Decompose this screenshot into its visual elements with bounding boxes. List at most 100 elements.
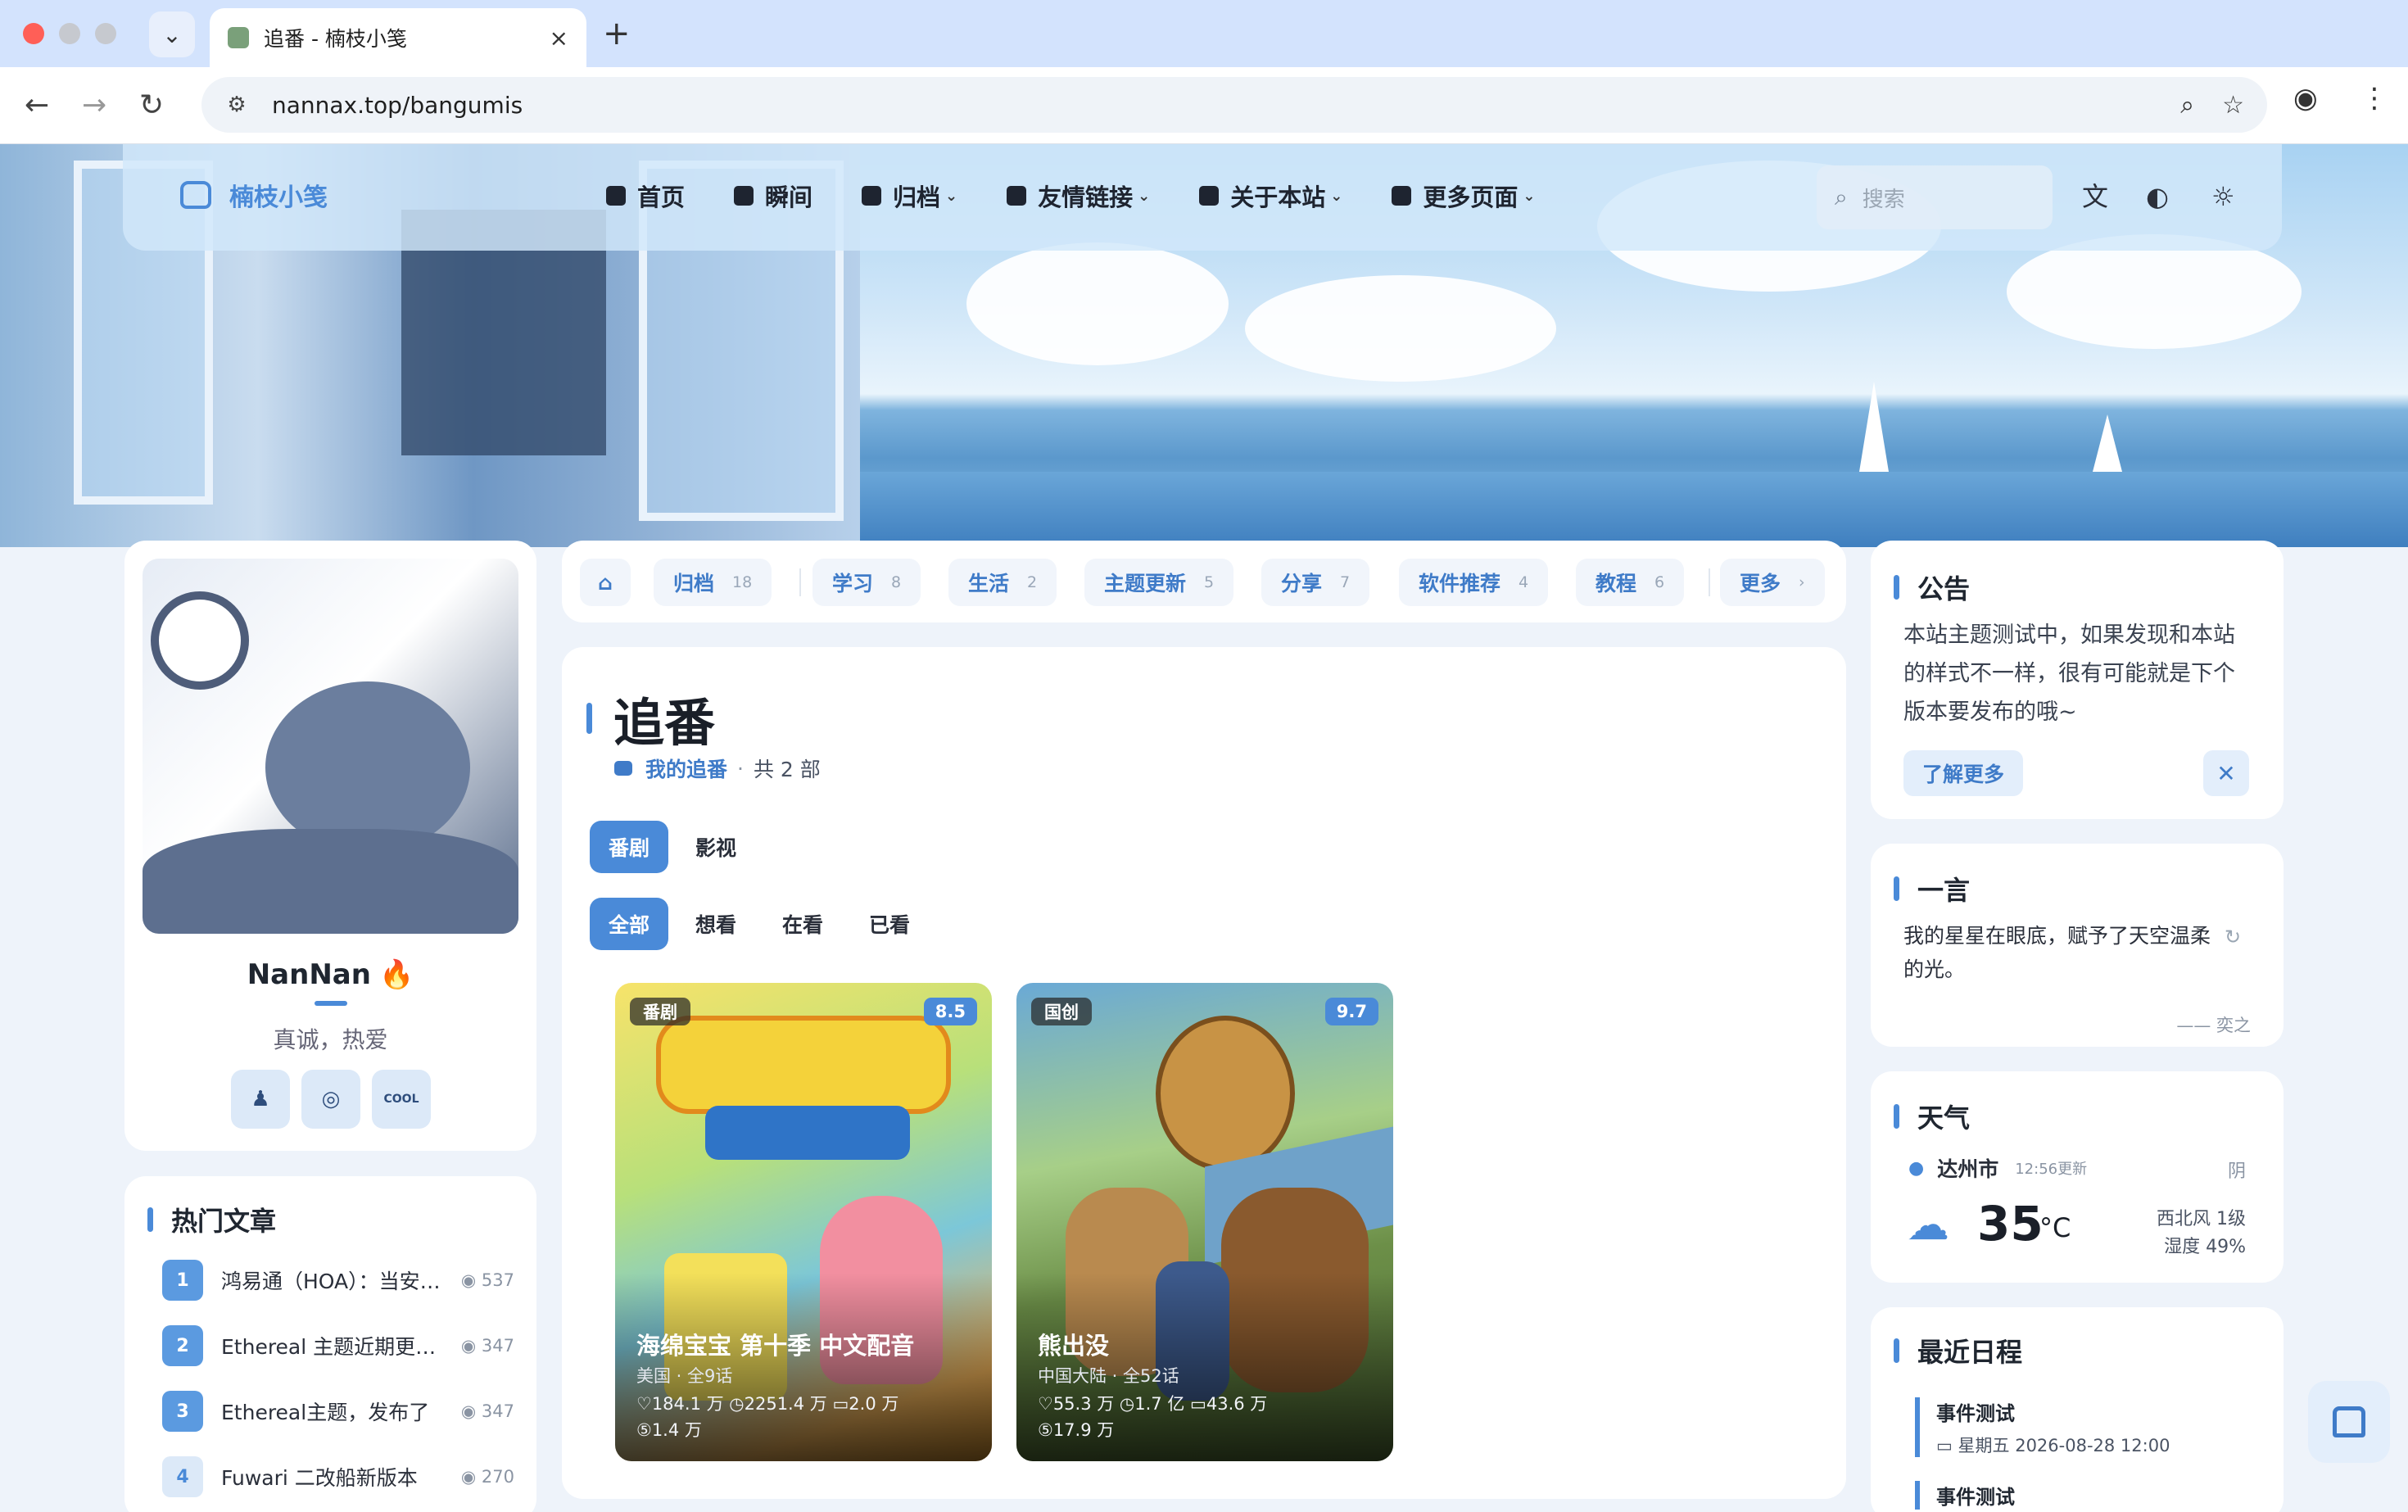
menu-item-about[interactable]: 关于本站 ⌄ [1175, 175, 1367, 216]
clock-illustration [151, 591, 249, 690]
menu-item-moments[interactable]: 瞬间 [709, 175, 837, 216]
menu-item-home[interactable]: 首页 [582, 175, 709, 216]
translate-icon[interactable]: 文 [2082, 180, 2108, 213]
window-close-button[interactable] [23, 23, 44, 44]
palette-icon[interactable]: ◐ [2146, 180, 2169, 213]
tab-tv[interactable]: 影视 [677, 821, 755, 873]
category-chip[interactable]: 学习 8 [812, 559, 921, 606]
browser-toolbar: ← → ↻ ⚙ nannax.top/bangumis ⌕ ☆ ◉ ⋮ [0, 67, 2408, 144]
address-bar[interactable]: ⚙ nannax.top/bangumis ⌕ ☆ [201, 77, 2267, 133]
site-settings-icon[interactable]: ⚙ [224, 93, 249, 117]
site-search-input[interactable]: ⌕ 搜索 [1817, 165, 2053, 229]
bangumi-poster-card[interactable]: 番剧 8.5 海绵宝宝 第十季 中文配音 美国 · 全9话 ♡184.1 万 ◷… [615, 983, 992, 1461]
theme-sun-icon[interactable]: ☼ [2211, 180, 2235, 213]
category-chip[interactable]: 主题更新 5 [1084, 559, 1234, 606]
site-logo[interactable]: 楠枝小笺 [180, 177, 328, 213]
filter-watched[interactable]: 已看 [850, 898, 929, 950]
window-minimize-button[interactable] [59, 23, 80, 44]
zoom-icon[interactable]: ⌕ [2180, 91, 2194, 120]
notice-title: 公告 [1894, 568, 1970, 606]
leaf-icon [1007, 186, 1027, 206]
bookmark-star-icon[interactable]: ☆ [2222, 91, 2244, 120]
chevron-down-icon: ⌄ [1330, 187, 1343, 205]
forward-arrow-icon[interactable]: → [82, 87, 106, 124]
menu-item-archive[interactable]: 归档 ⌄ [837, 175, 982, 216]
poster-logo-art [656, 1016, 951, 1114]
url-text[interactable]: nannax.top/bangumis [272, 92, 2152, 119]
weather-title: 天气 [1894, 1098, 1970, 1135]
profile-card: NanNan 🔥 真诚，热爱 ♟ ◎ COOL [124, 541, 536, 1151]
hot-article-item[interactable]: 4 Fuwari 二改船新版本 ◉ 270 [162, 1456, 514, 1497]
back-arrow-icon[interactable]: ← [25, 87, 49, 124]
banner-cloud [1245, 275, 1556, 382]
hitokoto-quote: 我的星星在眼底，赋予了天空温柔的光。 [1903, 924, 2211, 981]
weather-temperature: 35 [1977, 1196, 2044, 1252]
qq-icon[interactable]: ♟ [231, 1070, 290, 1129]
poster-score-badge: 9.7 [1324, 998, 1378, 1025]
category-chip[interactable]: 归档 18 [654, 559, 772, 606]
category-chip[interactable]: 软件推荐 4 [1399, 559, 1549, 606]
hot-article-item[interactable]: 2 Ethereal 主题近期更… ◉ 347 [162, 1325, 514, 1366]
poster-stats-coins: ⑤1.4 万 [636, 1420, 702, 1440]
banner-sailboat [2093, 414, 2122, 472]
close-icon[interactable]: ✕ [2203, 750, 2249, 796]
eye-icon: ◉ [460, 1270, 482, 1290]
poster-logo-art [705, 1106, 910, 1160]
page-title-row: 追番 [586, 681, 715, 755]
bangumi-card: 追番 我的追番 · 共 2 部 番剧 影视 全部 想看 在看 已看 番剧 8.5… [562, 647, 1846, 1499]
hitokoto-source: —— 奕之 [2176, 1016, 2251, 1035]
tab-close-icon[interactable]: × [550, 25, 568, 52]
poster-meta: 美国 · 全9话 [636, 1366, 733, 1386]
category-chip[interactable]: 生活 2 [948, 559, 1057, 606]
coolapk-icon[interactable]: COOL [372, 1070, 431, 1129]
filter-watching[interactable]: 在看 [763, 898, 842, 950]
filter-want[interactable]: 想看 [677, 898, 755, 950]
poster-meta: 中国大陆 · 全52话 [1038, 1366, 1179, 1386]
tab-search-button[interactable]: ⌄ [149, 11, 195, 57]
weather-humidity: 湿度 49% [2164, 1237, 2246, 1257]
github-icon[interactable]: ◎ [301, 1070, 360, 1129]
banner-sea [860, 472, 2408, 547]
hot-article-item[interactable]: 3 Ethereal主题，发布了 ◉ 347 [162, 1391, 514, 1432]
hitokoto-card: 一言 我的星星在眼底，赋予了天空温柔的光。 ↻ —— 奕之 [1871, 844, 2284, 1047]
schedule-event[interactable]: 事件测试 ▭ 星期五 2026-08-28 12:00 [1915, 1397, 2259, 1457]
filter-all[interactable]: 全部 [590, 898, 668, 950]
window-zoom-button[interactable] [95, 23, 116, 44]
notice-card: 公告 本站主题测试中，如果发现和本站的样式不一样，很有可能就是下个版本要发布的哦… [1871, 541, 2284, 819]
schedule-event[interactable]: 事件测试 [1915, 1481, 2259, 1510]
more-menu-icon[interactable]: ⋮ [2360, 82, 2388, 115]
tab-anime[interactable]: 番剧 [590, 821, 668, 873]
character-illustration [265, 681, 470, 853]
hot-articles-card: 热门文章 1 鸿易通（HOA）：当安… ◉ 537 2 Ethereal 主题近… [124, 1176, 536, 1512]
hot-article-item[interactable]: 1 鸿易通（HOA）：当安… ◉ 537 [162, 1260, 514, 1301]
menu-item-friends[interactable]: 友情链接 ⌄ [982, 175, 1175, 216]
poster-title: 海绵宝宝 第十季 中文配音 [636, 1332, 915, 1360]
browser-tab-bar: ⌄ 追番 - 楠枝小笺 × + [0, 0, 2408, 67]
notice-body: 本站主题测试中，如果发现和本站的样式不一样，很有可能就是下个版本要发布的哦~ [1903, 622, 2235, 725]
refresh-icon[interactable]: ↻ [2225, 926, 2241, 948]
info-icon [1199, 186, 1220, 206]
poster-score-badge: 8.5 [923, 998, 977, 1025]
weather-card: 天气 ● 达州市 12:56更新 阴 ☁ 35 °C 西北风 1级 湿度 49% [1871, 1071, 2284, 1283]
weather-location: ● 达州市 12:56更新 [1908, 1157, 2088, 1181]
bangumi-poster-card[interactable]: 国创 9.7 熊出没 中国大陆 · 全52话 ♡55.3 万 ◷1.7 亿 ▭4… [1016, 983, 1393, 1461]
category-chip[interactable]: 分享 7 [1261, 559, 1370, 606]
search-icon: ⌕ [1835, 183, 1848, 211]
weather-unit: °C [2039, 1212, 2071, 1243]
poster-title: 熊出没 [1038, 1332, 1110, 1360]
back-home-button[interactable] [2308, 1381, 2390, 1463]
category-chip[interactable]: 教程 6 [1576, 559, 1685, 606]
poster-stats-coins: ⑤17.9 万 [1038, 1420, 1115, 1440]
chevron-right-icon: › [1799, 573, 1805, 591]
my-bangumi-link[interactable]: 我的追番 [614, 754, 727, 783]
reload-icon[interactable]: ↻ [139, 87, 164, 124]
category-bar: ⌂ 归档 18 学习 8 生活 2 主题更新 5 分享 7 软件推荐 4 教程 6 更多 › [562, 541, 1846, 622]
menu-item-more-pages[interactable]: 更多页面 ⌄ [1367, 175, 1559, 216]
browser-tab-active[interactable]: 追番 - 楠枝小笺 × [210, 8, 586, 67]
category-more-button[interactable]: 更多 › [1720, 559, 1825, 606]
profile-icon[interactable]: ◉ [2293, 82, 2318, 115]
new-tab-button[interactable]: + [603, 15, 631, 52]
learn-more-button[interactable]: 了解更多 [1903, 750, 2023, 796]
profile-divider [315, 1001, 347, 1006]
category-home-button[interactable]: ⌂ [580, 559, 631, 606]
